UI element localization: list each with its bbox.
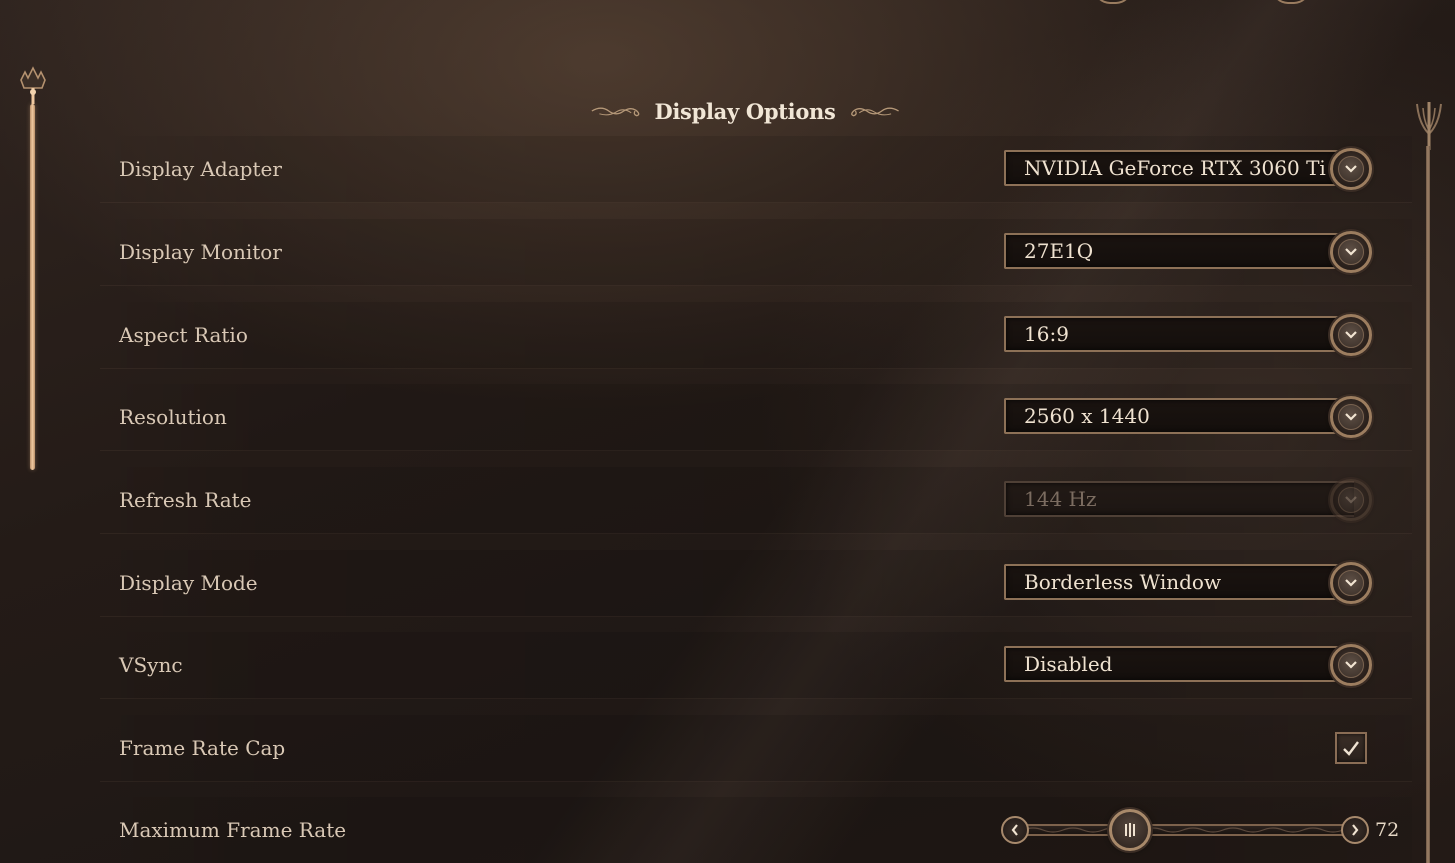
setting-label: Display Mode xyxy=(119,571,258,595)
setting-row-resolution: Resolution 2560 x 1440 xyxy=(100,384,1412,451)
settings-screen: Display Options Display Adapter NVIDIA G… xyxy=(0,0,1455,863)
dropdown-field[interactable]: Borderless Window xyxy=(1004,564,1354,600)
grip-icon xyxy=(1124,823,1135,837)
dropdown-toggle-button[interactable] xyxy=(1330,562,1372,604)
section-title: Display Options xyxy=(654,98,836,124)
dropdown-toggle-button[interactable] xyxy=(1330,314,1372,356)
chevron-left-icon xyxy=(1011,824,1018,836)
maximum-frame-rate-slider[interactable] xyxy=(997,806,1369,854)
dropdown-toggle-button[interactable] xyxy=(1330,396,1372,438)
top-ornament-knob xyxy=(1272,0,1310,4)
setting-label: Maximum Frame Rate xyxy=(119,818,347,842)
checkmark-icon xyxy=(1343,741,1359,756)
setting-row-aspect-ratio: Aspect Ratio 16:9 xyxy=(100,302,1412,369)
setting-label: Display Monitor xyxy=(119,240,282,264)
slider-thumb[interactable] xyxy=(1108,809,1151,851)
setting-label: Frame Rate Cap xyxy=(119,736,286,760)
dropdown-toggle-button[interactable] xyxy=(1330,231,1372,273)
setting-label: Refresh Rate xyxy=(119,488,252,512)
slider-value: 72 xyxy=(1375,819,1400,841)
dropdown-value: NVIDIA GeForce RTX 3060 Ti xyxy=(1024,156,1326,180)
left-flourish-icon xyxy=(591,107,640,117)
chevron-down-icon xyxy=(1345,248,1357,256)
aspect-ratio-dropdown[interactable]: 16:9 xyxy=(1004,314,1376,356)
dropdown-toggle-button[interactable] xyxy=(1330,148,1372,190)
setting-row-display-monitor: Display Monitor 27E1Q xyxy=(100,219,1412,286)
chevron-down-icon xyxy=(1345,413,1357,421)
slider-decrease-button[interactable] xyxy=(1001,816,1029,844)
dropdown-value: 16:9 xyxy=(1024,322,1069,346)
top-ornament-knob xyxy=(1094,0,1132,4)
section-header: Display Options xyxy=(590,92,900,130)
setting-label: Resolution xyxy=(119,405,227,429)
right-flourish-icon xyxy=(850,107,899,117)
dropdown-field[interactable]: NVIDIA GeForce RTX 3060 Ti xyxy=(1004,150,1354,186)
frame-rate-cap-checkbox[interactable] xyxy=(1335,732,1367,764)
chevron-down-icon xyxy=(1345,496,1357,504)
right-scrollbar-track[interactable] xyxy=(1426,146,1430,863)
rail-pattern-icon xyxy=(1022,827,1344,833)
vsync-dropdown[interactable]: Disabled xyxy=(1004,644,1376,686)
dropdown-toggle-button[interactable] xyxy=(1330,644,1372,686)
setting-label: VSync xyxy=(119,653,183,677)
left-scrollbar-thumb[interactable] xyxy=(30,104,35,470)
dropdown-value: 27E1Q xyxy=(1024,239,1094,263)
dropdown-value: Borderless Window xyxy=(1024,570,1222,594)
dropdown-value: 2560 x 1440 xyxy=(1024,404,1150,428)
setting-row-refresh-rate: Refresh Rate 144 Hz xyxy=(100,467,1412,534)
dropdown-field[interactable]: 16:9 xyxy=(1004,316,1354,352)
slider-track[interactable] xyxy=(1017,824,1349,836)
chevron-down-icon xyxy=(1345,661,1357,669)
crown-crest-icon xyxy=(20,66,46,104)
dropdown-field: 144 Hz xyxy=(1004,481,1354,517)
setting-row-maximum-frame-rate: Maximum Frame Rate 72 xyxy=(100,797,1412,863)
dropdown-field[interactable]: Disabled xyxy=(1004,646,1354,682)
display-adapter-dropdown[interactable]: NVIDIA GeForce RTX 3060 Ti xyxy=(1004,148,1376,190)
chevron-right-icon xyxy=(1352,824,1359,836)
setting-row-vsync: VSync Disabled xyxy=(100,632,1412,699)
slider-increase-button[interactable] xyxy=(1341,816,1369,844)
display-mode-dropdown[interactable]: Borderless Window xyxy=(1004,562,1376,604)
refresh-rate-dropdown: 144 Hz xyxy=(1004,479,1376,521)
chevron-down-icon xyxy=(1345,165,1357,173)
dropdown-value: Disabled xyxy=(1024,652,1113,676)
dropdown-field[interactable]: 2560 x 1440 xyxy=(1004,398,1354,434)
setting-label: Aspect Ratio xyxy=(119,323,248,347)
trident-crest-icon xyxy=(1416,102,1442,150)
dropdown-toggle-button xyxy=(1330,479,1372,521)
chevron-down-icon xyxy=(1345,579,1357,587)
dropdown-field[interactable]: 27E1Q xyxy=(1004,233,1354,269)
display-monitor-dropdown[interactable]: 27E1Q xyxy=(1004,231,1376,273)
resolution-dropdown[interactable]: 2560 x 1440 xyxy=(1004,396,1376,438)
setting-row-frame-rate-cap: Frame Rate Cap xyxy=(100,715,1412,782)
setting-row-display-adapter: Display Adapter NVIDIA GeForce RTX 3060 … xyxy=(100,136,1412,203)
setting-row-display-mode: Display Mode Borderless Window xyxy=(100,550,1412,617)
setting-label: Display Adapter xyxy=(119,157,282,181)
chevron-down-icon xyxy=(1345,331,1357,339)
dropdown-value: 144 Hz xyxy=(1024,487,1097,511)
